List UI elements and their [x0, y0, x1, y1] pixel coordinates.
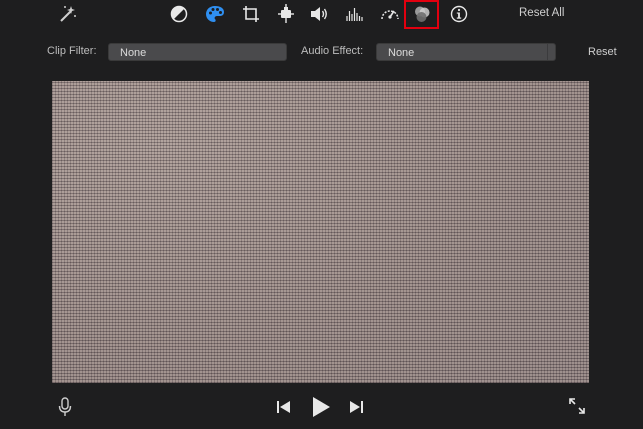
info-icon[interactable] — [448, 3, 470, 25]
magic-wand-icon[interactable] — [56, 3, 78, 25]
color-balance-icon[interactable] — [168, 3, 190, 25]
volume-icon[interactable] — [308, 3, 330, 25]
fullscreen-icon[interactable] — [567, 396, 587, 416]
play-icon[interactable] — [310, 395, 332, 419]
video-viewer[interactable] — [52, 81, 589, 383]
skip-back-icon[interactable] — [275, 398, 293, 416]
clip-filter-dropdown[interactable]: None — [108, 43, 287, 61]
reset-button[interactable]: Reset — [588, 46, 617, 58]
audio-effect-value: None — [388, 47, 415, 59]
color-correction-icon[interactable] — [204, 3, 226, 25]
audio-effect-dropdown[interactable]: None — [376, 43, 556, 61]
crop-icon[interactable] — [240, 3, 262, 25]
noise-reduction-icon[interactable] — [343, 3, 365, 25]
microphone-icon[interactable] — [57, 396, 73, 418]
skip-forward-icon[interactable] — [347, 398, 365, 416]
stabilization-icon[interactable] — [275, 3, 297, 25]
speed-icon[interactable] — [379, 3, 401, 25]
reset-all-button[interactable]: Reset All — [519, 7, 564, 19]
clip-filter-value: None — [120, 47, 147, 59]
clip-filter-label: Clip Filter: — [47, 45, 97, 57]
audio-effect-label: Audio Effect: — [301, 45, 364, 57]
dropdown-divider — [547, 44, 548, 60]
selection-highlight — [404, 0, 439, 29]
